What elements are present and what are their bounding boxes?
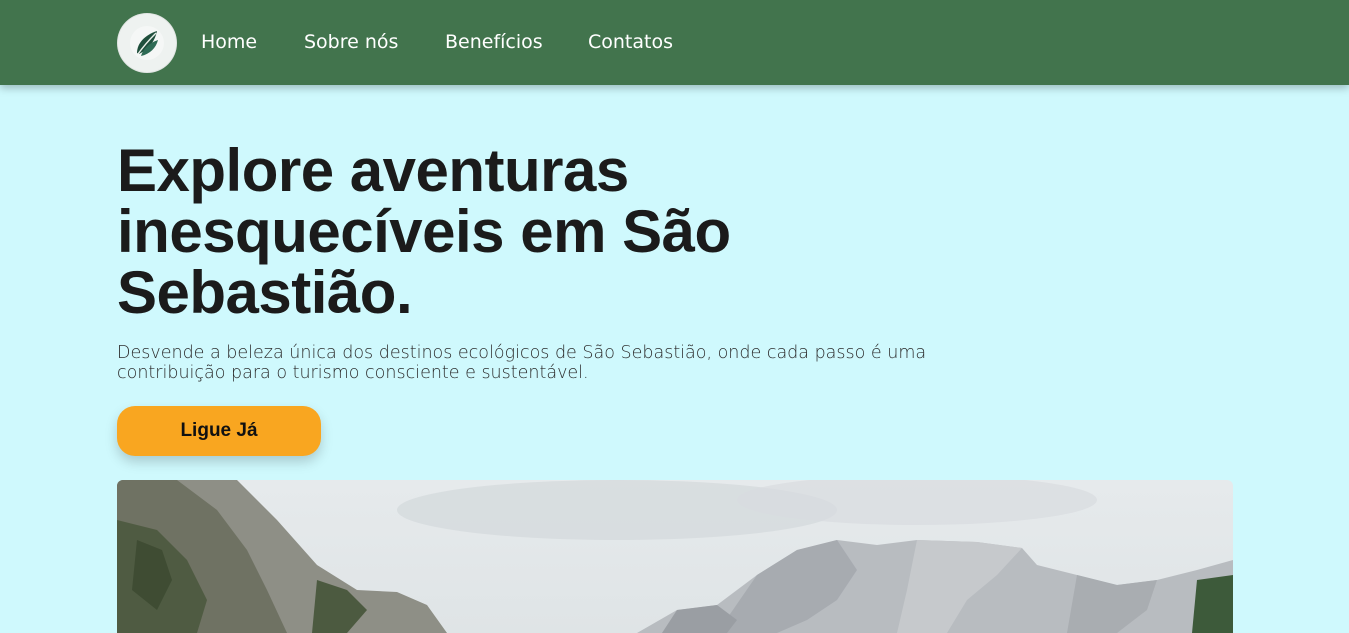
- hero-title: Explore aventuras inesquecíveis em São S…: [117, 137, 731, 326]
- leaf-logo-icon: [130, 26, 164, 60]
- nav-sobre-nos[interactable]: Sobre nós: [304, 31, 398, 53]
- nav-contatos[interactable]: Contatos: [588, 31, 673, 53]
- logo[interactable]: [117, 13, 177, 73]
- hero-description: Desvende a beleza única dos destinos eco…: [117, 343, 927, 383]
- nav-beneficios[interactable]: Benefícios: [445, 31, 543, 53]
- ligue-ja-button[interactable]: Ligue Já: [117, 406, 321, 456]
- mountain-landscape-photo: [117, 480, 1233, 633]
- top-navbar: Home Sobre nós Benefícios Contatos: [0, 0, 1349, 85]
- nav-home[interactable]: Home: [201, 31, 257, 53]
